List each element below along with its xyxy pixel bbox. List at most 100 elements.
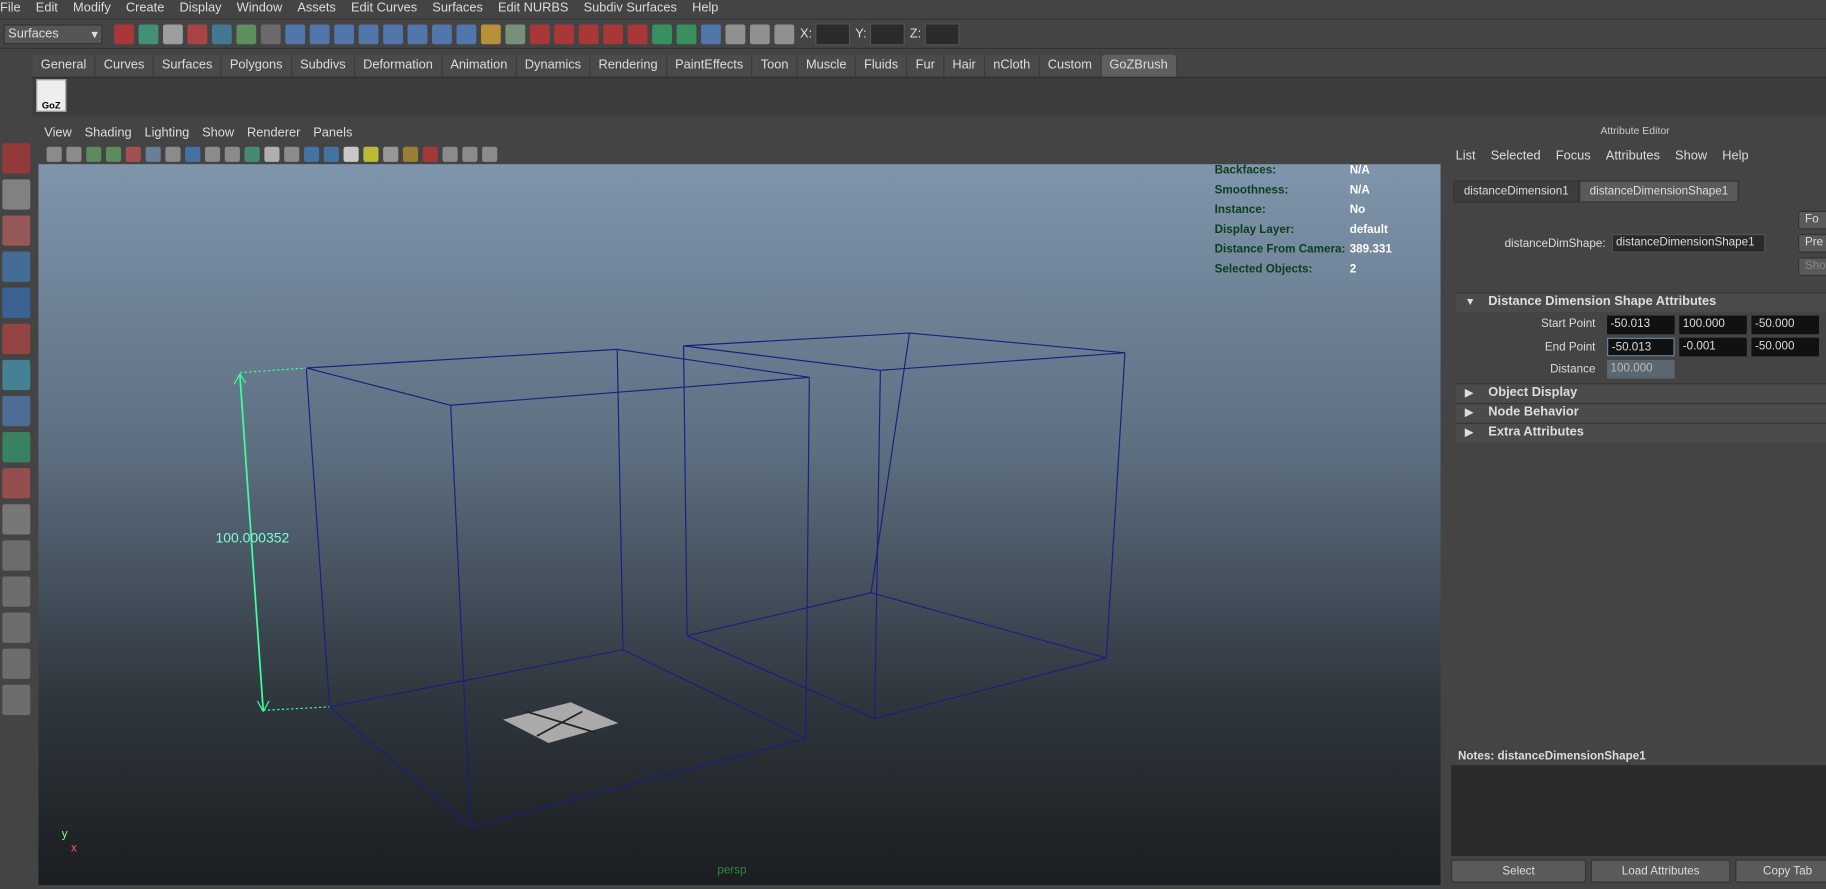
menu-window[interactable]: Window: [237, 0, 291, 17]
toolbar-tool-icon[interactable]: [603, 23, 624, 44]
panel-tool-icon[interactable]: [343, 146, 359, 162]
notes-textarea[interactable]: [1451, 765, 1826, 856]
toolbar-tool-icon[interactable]: [652, 23, 672, 44]
shelf-tab-general[interactable]: General: [32, 54, 96, 77]
shelf-tab-ncloth[interactable]: nCloth: [985, 54, 1040, 77]
node-name-input[interactable]: distanceDimensionShape1: [1611, 234, 1766, 253]
shelf-tab-gozbrush[interactable]: GoZBrush: [1101, 54, 1178, 77]
start-point-x[interactable]: -50.013: [1607, 315, 1675, 335]
panel-tool-icon[interactable]: [185, 146, 201, 162]
toolbar-tool-icon[interactable]: [456, 23, 477, 44]
panel-tool-icon[interactable]: [66, 146, 82, 162]
ae-tab-distanceDimensionShape1[interactable]: distanceDimensionShape1: [1579, 180, 1739, 203]
end-point-y[interactable]: -0.001: [1679, 337, 1747, 357]
panel-tool-icon[interactable]: [462, 146, 478, 162]
shelf-tab-hair[interactable]: Hair: [944, 54, 986, 77]
panel-menu-renderer[interactable]: Renderer: [247, 126, 300, 140]
z-field[interactable]: [924, 22, 960, 45]
shelf-tab-animation[interactable]: Animation: [442, 54, 517, 77]
toolbar-tool-icon[interactable]: [358, 23, 379, 44]
shelf-tab-painteffects[interactable]: PaintEffects: [666, 54, 753, 77]
panel-tool-icon[interactable]: [46, 146, 62, 162]
shelf-tab-fur[interactable]: Fur: [907, 54, 945, 77]
menu-help[interactable]: Help: [692, 0, 726, 17]
toolbar-tool-icon[interactable]: [163, 23, 183, 44]
toolbar-tool-icon[interactable]: [701, 23, 721, 44]
ae-menu-help[interactable]: Help: [1722, 149, 1748, 163]
panel-tool-icon[interactable]: [422, 146, 438, 162]
y-field[interactable]: [870, 22, 906, 45]
toolbar-tool-icon[interactable]: [627, 23, 648, 44]
select-button[interactable]: Select: [1451, 859, 1587, 883]
ae-menu-focus[interactable]: Focus: [1556, 149, 1591, 163]
tool-icon[interactable]: [2, 504, 31, 535]
menu-subdiv-surfaces[interactable]: Subdiv Surfaces: [584, 0, 685, 17]
tool-icon[interactable]: [2, 323, 31, 355]
focus-button[interactable]: Fo: [1798, 210, 1826, 230]
tool-icon[interactable]: [2, 143, 31, 174]
toolbar-tool-icon[interactable]: [432, 23, 452, 44]
menu-surfaces[interactable]: Surfaces: [432, 0, 491, 17]
toolbar-tool-icon[interactable]: [285, 23, 306, 44]
shelf-tab-surfaces[interactable]: Surfaces: [153, 54, 222, 77]
shelf-tab-muscle[interactable]: Muscle: [797, 54, 856, 77]
shelf-tab-dynamics[interactable]: Dynamics: [516, 54, 591, 77]
tool-icon[interactable]: [2, 432, 31, 463]
section-object-display[interactable]: ▶ Object Display: [1455, 383, 1826, 403]
tool-icon[interactable]: [2, 287, 31, 318]
tool-icon[interactable]: [2, 215, 31, 246]
panel-menu-lighting[interactable]: Lighting: [144, 126, 189, 140]
toolbar-tool-icon[interactable]: [138, 23, 159, 44]
presets-button[interactable]: Pre: [1798, 234, 1826, 253]
toolbar-tool-icon[interactable]: [334, 23, 355, 44]
panel-menu-show[interactable]: Show: [202, 126, 234, 140]
panel-tool-icon[interactable]: [482, 146, 498, 162]
toolbar-tool-icon[interactable]: [578, 23, 599, 44]
toolbar-tool-icon[interactable]: [383, 23, 403, 44]
menu-edit-curves[interactable]: Edit Curves: [351, 0, 425, 17]
panel-tool-icon[interactable]: [363, 146, 379, 162]
panel-tool-icon[interactable]: [284, 146, 300, 162]
menu-create[interactable]: Create: [126, 0, 173, 17]
toolbar-tool-icon[interactable]: [749, 23, 770, 44]
copy-tab-button[interactable]: Copy Tab: [1735, 859, 1826, 883]
panel-tool-icon[interactable]: [303, 146, 320, 162]
tool-icon[interactable]: [2, 179, 31, 210]
shelf-tab-rendering[interactable]: Rendering: [590, 54, 667, 77]
ae-tab-distanceDimension1[interactable]: distanceDimension1: [1453, 180, 1580, 203]
tool-icon[interactable]: [2, 468, 31, 499]
toolbar-tool-icon[interactable]: [236, 23, 257, 44]
toolbar-tool-icon[interactable]: [187, 23, 208, 44]
start-point-z[interactable]: -50.000: [1751, 315, 1820, 335]
toolbar-tool-icon[interactable]: [260, 23, 281, 44]
tool-icon[interactable]: [2, 612, 31, 643]
panel-tool-icon[interactable]: [224, 146, 240, 162]
section-node-behavior[interactable]: ▶ Node Behavior: [1455, 402, 1826, 423]
panel-menu-panels[interactable]: Panels: [313, 126, 352, 140]
ae-menu-selected[interactable]: Selected: [1491, 149, 1541, 163]
panel-tool-icon[interactable]: [383, 146, 399, 162]
ae-menu-show[interactable]: Show: [1675, 149, 1707, 163]
panel-tool-icon[interactable]: [145, 146, 161, 162]
panel-menu-view[interactable]: View: [44, 126, 72, 140]
ae-menu-list[interactable]: List: [1456, 149, 1476, 163]
toolbar-tool-icon[interactable]: [407, 23, 428, 44]
goz-button[interactable]: GoZ: [36, 79, 67, 112]
toolbar-tool-icon[interactable]: [725, 23, 746, 44]
panel-tool-icon[interactable]: [86, 146, 102, 162]
toolbar-tool-icon[interactable]: [505, 23, 526, 44]
menu-assets[interactable]: Assets: [297, 0, 344, 17]
shelf-tab-deformation[interactable]: Deformation: [354, 54, 443, 77]
shelf-tab-custom[interactable]: Custom: [1039, 54, 1102, 77]
toolbar-tool-icon[interactable]: [114, 23, 134, 44]
tool-icon[interactable]: [2, 251, 31, 282]
toolbar-tool-icon[interactable]: [676, 23, 697, 44]
panel-tool-icon[interactable]: [105, 146, 122, 162]
ae-menu-attributes[interactable]: Attributes: [1606, 149, 1660, 163]
tool-icon[interactable]: [2, 648, 31, 679]
panel-tool-icon[interactable]: [442, 146, 458, 162]
end-point-z[interactable]: -50.000: [1751, 337, 1820, 357]
section-distance-dimension-shape[interactable]: ▼ Distance Dimension Shape Attributes: [1455, 292, 1826, 313]
load-attributes-button[interactable]: Load Attributes: [1590, 859, 1731, 883]
panel-tool-icon[interactable]: [323, 146, 339, 162]
